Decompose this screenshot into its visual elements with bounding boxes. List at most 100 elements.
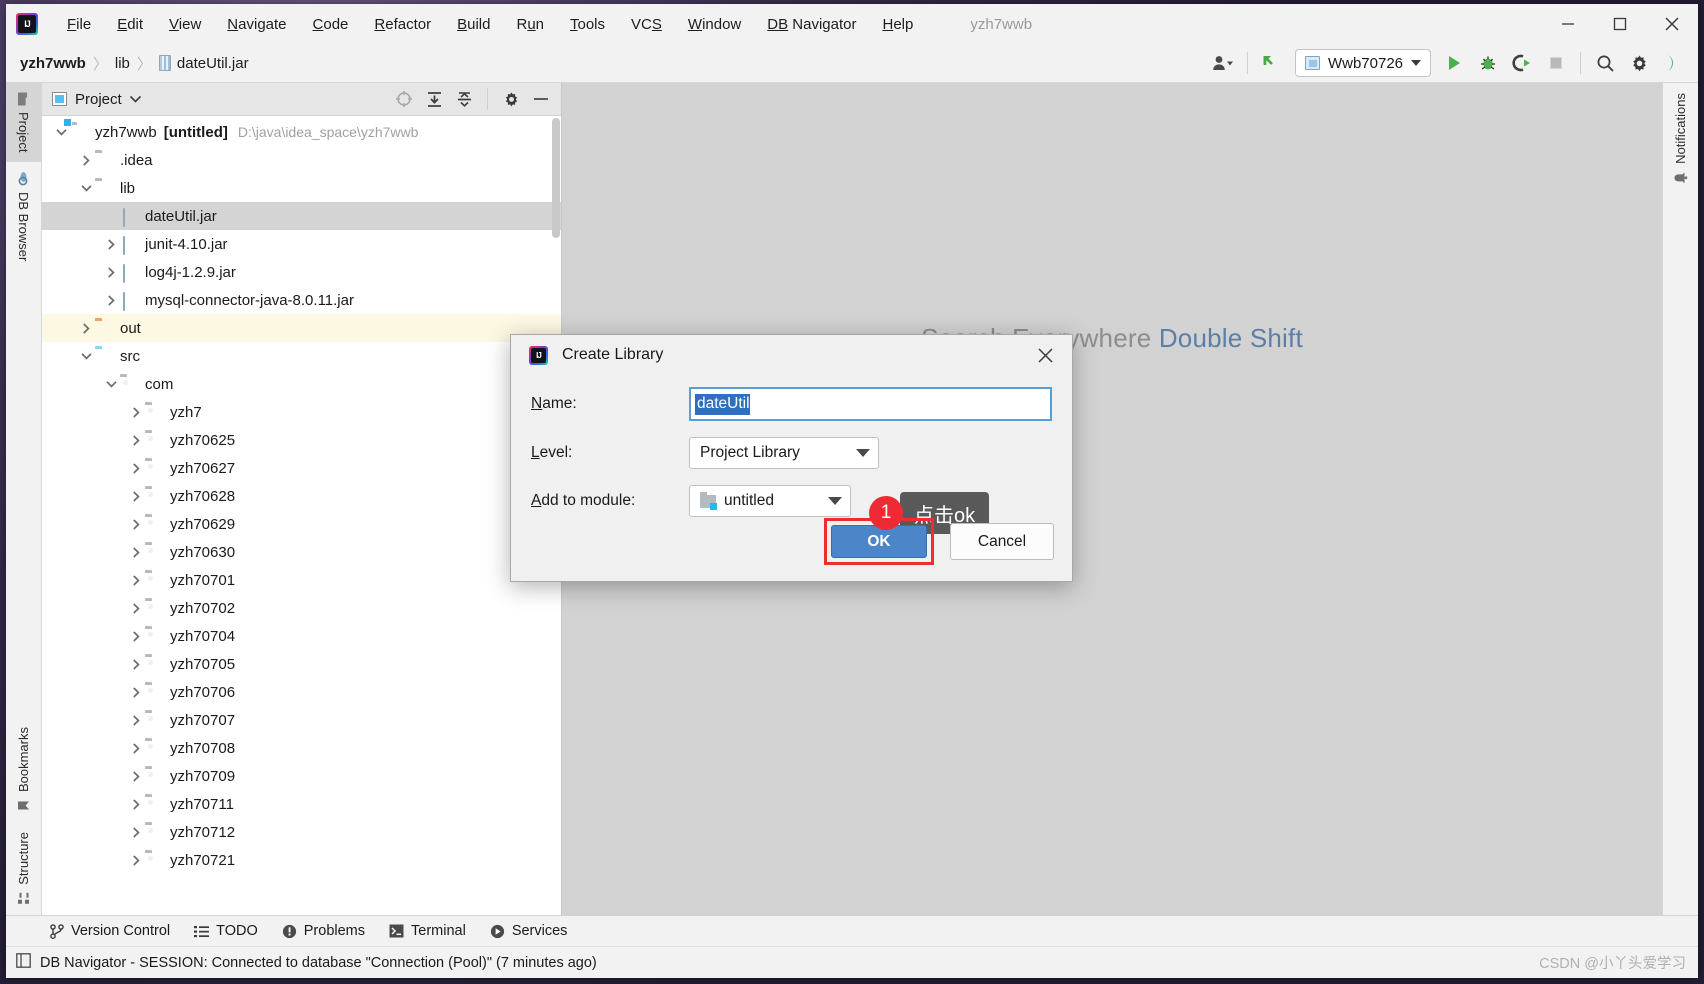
- chevron-right-icon[interactable]: [127, 818, 145, 846]
- search-icon[interactable]: [1588, 48, 1622, 78]
- chevron-right-icon[interactable]: [127, 482, 145, 510]
- tree-node[interactable]: yzh7: [42, 398, 561, 426]
- tool-window-terminal[interactable]: Terminal: [389, 923, 466, 939]
- tree-node[interactable]: yzh70709: [42, 762, 561, 790]
- chevron-right-icon[interactable]: [102, 286, 120, 314]
- tree-node[interactable]: yzh70701: [42, 566, 561, 594]
- breadcrumb-item-2[interactable]: dateUtil.jar: [159, 55, 249, 72]
- chevron-right-icon[interactable]: [127, 426, 145, 454]
- chevron-right-icon[interactable]: [127, 538, 145, 566]
- run-icon[interactable]: [1437, 48, 1471, 78]
- menu-item-help[interactable]: Help: [869, 12, 926, 37]
- chevron-right-icon[interactable]: [127, 566, 145, 594]
- chevron-down-icon[interactable]: [77, 174, 95, 202]
- update-project-icon[interactable]: [1255, 48, 1289, 78]
- chevron-right-icon[interactable]: [77, 146, 95, 174]
- sidebar-item-project[interactable]: Project: [6, 83, 41, 162]
- tree-node[interactable]: .idea: [42, 146, 561, 174]
- sidebar-item-structure[interactable]: Structure: [16, 822, 31, 915]
- tree-node[interactable]: yzh70625: [42, 426, 561, 454]
- chevron-right-icon[interactable]: [127, 678, 145, 706]
- tree-node[interactable]: junit-4.10.jar: [42, 230, 561, 258]
- tree-node[interactable]: yzh70711: [42, 790, 561, 818]
- breadcrumb-item-0[interactable]: yzh7wwb: [20, 55, 86, 72]
- gear-icon[interactable]: [497, 86, 525, 112]
- breadcrumb-item-1[interactable]: lib: [115, 55, 130, 72]
- tree-node[interactable]: yzh70708: [42, 734, 561, 762]
- tree-node[interactable]: yzh70629: [42, 510, 561, 538]
- tool-window-problems[interactable]: Problems: [282, 923, 365, 939]
- menu-item-window[interactable]: Window: [675, 12, 754, 37]
- tree-node[interactable]: lib: [42, 174, 561, 202]
- tree-node[interactable]: com: [42, 370, 561, 398]
- tree-node[interactable]: out: [42, 314, 561, 342]
- collapse-all-icon[interactable]: [450, 86, 478, 112]
- menu-item-edit[interactable]: Edit: [104, 12, 156, 37]
- chevron-right-icon[interactable]: [127, 398, 145, 426]
- menu-item-code[interactable]: Code: [300, 12, 362, 37]
- sidebar-item-bookmarks[interactable]: Bookmarks: [16, 717, 31, 822]
- tool-window-version-control[interactable]: Version Control: [50, 923, 170, 939]
- chevron-right-icon[interactable]: [102, 230, 120, 258]
- tree-node[interactable]: src: [42, 342, 561, 370]
- hide-icon[interactable]: [527, 86, 555, 112]
- chevron-right-icon[interactable]: [127, 454, 145, 482]
- chevron-down-icon[interactable]: [102, 370, 120, 398]
- tool-window-todo[interactable]: TODO: [194, 923, 258, 939]
- menu-item-view[interactable]: View: [156, 12, 214, 37]
- tree-node[interactable]: yzh70630: [42, 538, 561, 566]
- chevron-right-icon[interactable]: [127, 846, 145, 874]
- chevron-right-icon[interactable]: [127, 706, 145, 734]
- chevron-right-icon[interactable]: [127, 650, 145, 678]
- name-input[interactable]: dateUtil: [689, 387, 1052, 421]
- tree-scrollbar[interactable]: [552, 118, 560, 238]
- status-panel-icon[interactable]: [16, 953, 31, 972]
- gear-icon[interactable]: [1622, 48, 1656, 78]
- tree-node[interactable]: mysql-connector-java-8.0.11.jar: [42, 286, 561, 314]
- tree-node[interactable]: dateUtil.jar: [42, 202, 561, 230]
- tree-node[interactable]: yzh70712: [42, 818, 561, 846]
- tree-node[interactable]: yzh7wwb[untitled]D:\java\idea_space\yzh7…: [42, 118, 561, 146]
- chevron-right-icon[interactable]: [127, 594, 145, 622]
- chevron-right-icon[interactable]: [127, 510, 145, 538]
- chevron-right-icon[interactable]: [127, 790, 145, 818]
- account-icon[interactable]: [1206, 48, 1240, 78]
- tree-node[interactable]: yzh70627: [42, 454, 561, 482]
- minimize-icon[interactable]: [1542, 4, 1594, 44]
- tree-node[interactable]: yzh70721: [42, 846, 561, 874]
- tree-node[interactable]: yzh70705: [42, 650, 561, 678]
- project-tree[interactable]: yzh7wwb[untitled]D:\java\idea_space\yzh7…: [42, 116, 561, 915]
- sidebar-item-notifications[interactable]: Notifications: [1673, 83, 1688, 195]
- ok-button[interactable]: OK: [831, 525, 927, 558]
- tool-window-services[interactable]: Services: [490, 923, 568, 939]
- run-configuration-selector[interactable]: Wwb70726: [1295, 49, 1431, 77]
- maximize-icon[interactable]: [1594, 4, 1646, 44]
- chevron-right-icon[interactable]: [77, 314, 95, 342]
- chevron-right-icon[interactable]: [127, 622, 145, 650]
- ai-assistant-icon[interactable]: [1656, 48, 1690, 78]
- menu-item-run[interactable]: Run: [503, 12, 557, 37]
- close-icon[interactable]: [1028, 339, 1062, 371]
- close-icon[interactable]: [1646, 4, 1698, 44]
- menu-item-build[interactable]: Build: [444, 12, 503, 37]
- tree-node[interactable]: yzh70702: [42, 594, 561, 622]
- module-dropdown[interactable]: untitled: [689, 485, 851, 517]
- menu-item-file[interactable]: File: [54, 12, 104, 37]
- run-with-coverage-icon[interactable]: [1505, 48, 1539, 78]
- tree-node[interactable]: yzh70706: [42, 678, 561, 706]
- chevron-down-icon[interactable]: [122, 86, 150, 112]
- tree-node[interactable]: yzh70628: [42, 482, 561, 510]
- menu-item-db-navigator[interactable]: DB Navigator: [754, 12, 869, 37]
- tree-node[interactable]: log4j-1.2.9.jar: [42, 258, 561, 286]
- tree-node[interactable]: yzh70707: [42, 706, 561, 734]
- expand-all-icon[interactable]: [420, 86, 448, 112]
- menu-item-vcs[interactable]: VCS: [618, 12, 675, 37]
- sidebar-item-db-browser[interactable]: DB Browser: [16, 162, 32, 271]
- chevron-down-icon[interactable]: [77, 342, 95, 370]
- stop-icon[interactable]: [1539, 48, 1573, 78]
- chevron-right-icon[interactable]: [127, 762, 145, 790]
- level-dropdown[interactable]: Project Library: [689, 437, 879, 469]
- select-opened-file-icon[interactable]: [390, 86, 418, 112]
- tree-node[interactable]: yzh70704: [42, 622, 561, 650]
- chevron-right-icon[interactable]: [127, 734, 145, 762]
